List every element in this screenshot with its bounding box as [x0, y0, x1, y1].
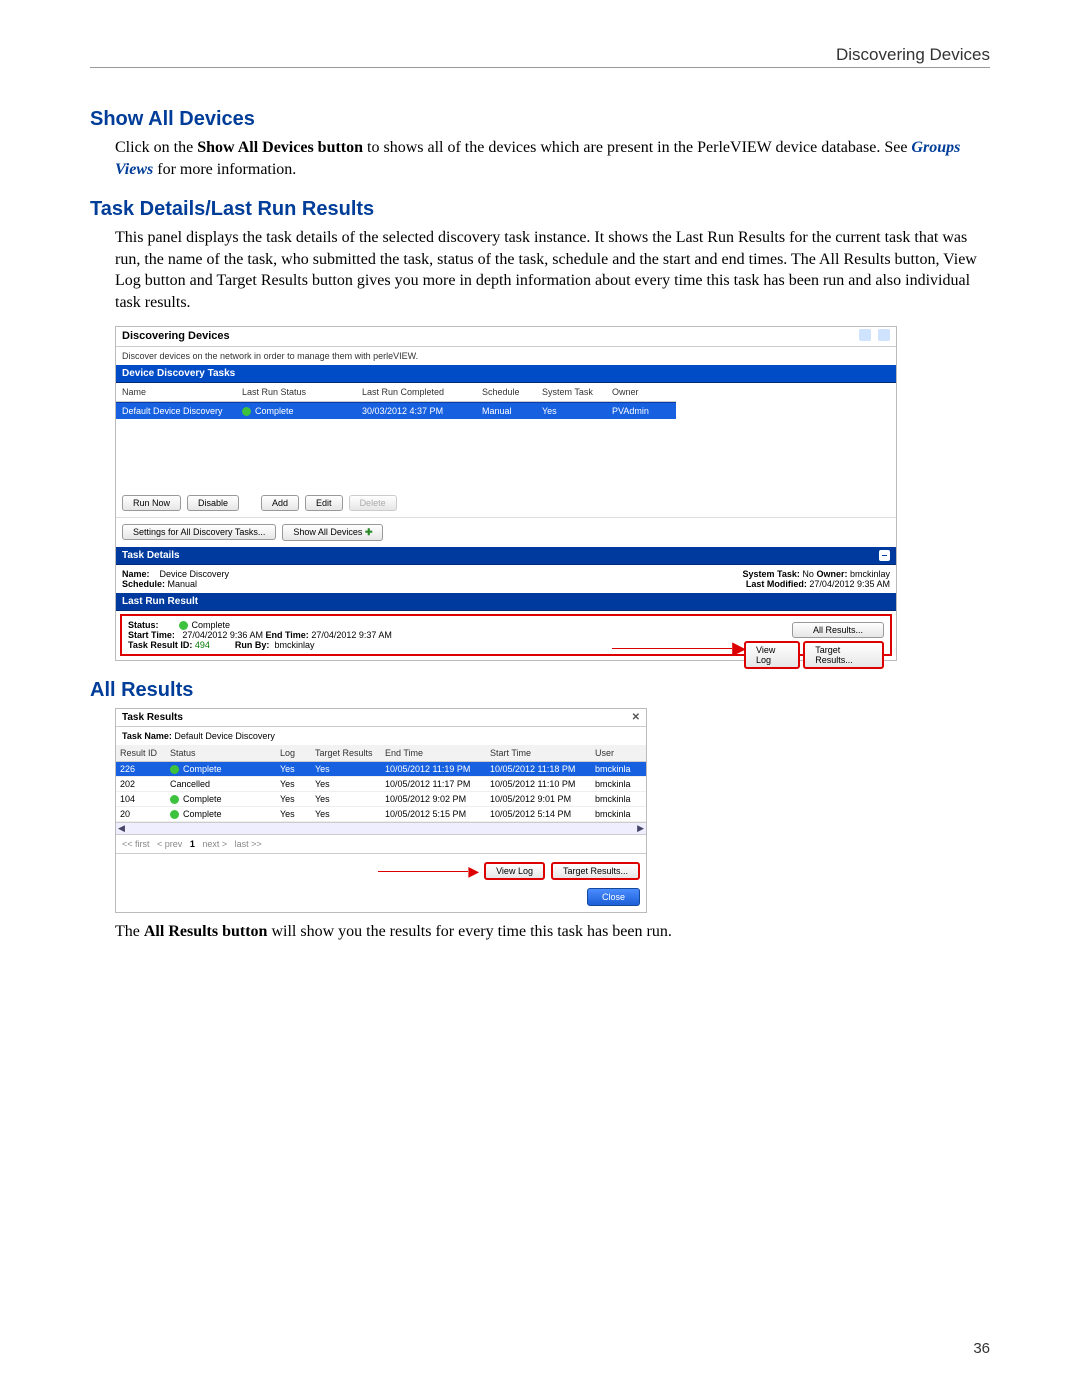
- row-completed[interactable]: 30/03/2012 4:37 PM: [356, 402, 476, 419]
- col-last-run-status[interactable]: Last Run Status: [236, 383, 356, 402]
- page-number: 36: [973, 1340, 990, 1357]
- callout-arrow-icon: ▶: [732, 638, 745, 659]
- scroll-right-icon[interactable]: ▶: [637, 823, 644, 834]
- col-name[interactable]: Name: [116, 383, 236, 402]
- col-end-time[interactable]: End Time: [381, 745, 486, 762]
- target-results-button[interactable]: Target Results...: [803, 641, 884, 669]
- horizontal-scrollbar[interactable]: ◀ ▶: [116, 822, 646, 835]
- col-result-id[interactable]: Result ID: [116, 745, 166, 762]
- scroll-left-icon[interactable]: ◀: [118, 823, 125, 834]
- pager: << first < prev 1 next > last >>: [116, 835, 646, 853]
- row-schedule[interactable]: Manual: [476, 402, 536, 419]
- table-row[interactable]: 202CancelledYesYes10/05/2012 11:17 PM10/…: [116, 777, 646, 792]
- task-details-bar[interactable]: Task Details –: [116, 547, 896, 565]
- target-results-button[interactable]: Target Results...: [551, 862, 640, 880]
- callout-arrow-icon: ▶: [468, 863, 478, 880]
- complete-icon: [242, 407, 251, 416]
- col-owner[interactable]: Owner: [606, 383, 676, 402]
- table-row[interactable]: 226CompleteYesYes10/05/2012 11:19 PM10/0…: [116, 762, 646, 777]
- table-row[interactable]: 20CompleteYesYes10/05/2012 5:15 PM10/05/…: [116, 807, 646, 822]
- all-results-footer-paragraph: The All Results button will show you the…: [115, 921, 990, 943]
- close-icon[interactable]: ✕: [632, 712, 640, 723]
- all-results-button[interactable]: All Results...: [792, 622, 884, 638]
- view-log-button[interactable]: View Log: [484, 862, 545, 880]
- show-all-devices-button[interactable]: Show All Devices ✚: [282, 524, 383, 541]
- col-schedule[interactable]: Schedule: [476, 383, 536, 402]
- doc-section-header: Discovering Devices: [90, 40, 990, 67]
- close-button[interactable]: Close: [587, 888, 640, 906]
- refresh-icon[interactable]: [859, 329, 871, 341]
- row-status[interactable]: Complete: [236, 402, 356, 419]
- task-results-table: Result ID Status Log Target Results End …: [116, 745, 646, 762]
- col-status[interactable]: Status: [166, 745, 276, 762]
- row-system-task[interactable]: Yes: [536, 402, 606, 419]
- task-results-panel: Task Results ✕ Task Name: Default Device…: [115, 708, 647, 913]
- panel-title: Discovering Devices: [122, 330, 230, 342]
- col-system-task[interactable]: System Task: [536, 383, 606, 402]
- complete-icon: [170, 765, 179, 774]
- all-results-heading: All Results: [90, 679, 990, 702]
- task-details-paragraph: This panel displays the task details of …: [115, 227, 990, 313]
- col-log[interactable]: Log: [276, 745, 311, 762]
- device-discovery-tasks-header: Device Discovery Tasks: [116, 365, 896, 383]
- delete-button[interactable]: Delete: [349, 495, 397, 511]
- complete-icon: [170, 795, 179, 804]
- col-last-run-completed[interactable]: Last Run Completed: [356, 383, 476, 402]
- help-icon[interactable]: [878, 329, 890, 341]
- col-user[interactable]: User: [591, 745, 646, 762]
- pager-next[interactable]: next >: [202, 839, 227, 849]
- pager-first[interactable]: << first: [122, 839, 150, 849]
- show-all-devices-paragraph: Click on the Show All Devices button to …: [115, 137, 990, 180]
- collapse-icon[interactable]: –: [879, 550, 890, 561]
- pager-last[interactable]: last >>: [235, 839, 262, 849]
- plus-icon: ✚: [365, 527, 373, 537]
- callout-arrow-line: [378, 871, 468, 872]
- discovering-devices-panel: Discovering Devices Discover devices on …: [115, 326, 897, 661]
- task-details-body: Name: Device Discovery Schedule: Manual …: [116, 565, 896, 593]
- last-run-result-bar: Last Run Result: [116, 593, 896, 611]
- complete-icon: [179, 621, 188, 630]
- settings-all-tasks-button[interactable]: Settings for All Discovery Tasks...: [122, 524, 276, 540]
- pager-page: 1: [190, 839, 195, 849]
- discovery-tasks-table: Name Last Run Status Last Run Completed …: [116, 383, 896, 419]
- view-log-button[interactable]: View Log: [744, 641, 800, 669]
- header-divider: [90, 67, 990, 68]
- edit-button[interactable]: Edit: [305, 495, 343, 511]
- table-row[interactable]: 104CompleteYesYes10/05/2012 9:02 PM10/05…: [116, 792, 646, 807]
- complete-icon: [170, 810, 179, 819]
- pager-prev[interactable]: < prev: [157, 839, 182, 849]
- disable-button[interactable]: Disable: [187, 495, 239, 511]
- row-name[interactable]: Default Device Discovery: [116, 402, 236, 419]
- col-start-time[interactable]: Start Time: [486, 745, 591, 762]
- callout-arrow-line: [612, 648, 732, 649]
- col-target-results[interactable]: Target Results: [311, 745, 381, 762]
- panel-description: Discover devices on the network in order…: [116, 347, 896, 365]
- add-button[interactable]: Add: [261, 495, 299, 511]
- row-owner[interactable]: PVAdmin: [606, 402, 676, 419]
- run-now-button[interactable]: Run Now: [122, 495, 181, 511]
- show-all-devices-heading: Show All Devices: [90, 108, 990, 131]
- task-details-heading: Task Details/Last Run Results: [90, 198, 990, 221]
- task-results-title: Task Results: [122, 712, 183, 723]
- task-result-id-link[interactable]: 494: [195, 640, 210, 650]
- last-run-result-body: Status: Complete Start Time: 27/04/2012 …: [120, 614, 892, 656]
